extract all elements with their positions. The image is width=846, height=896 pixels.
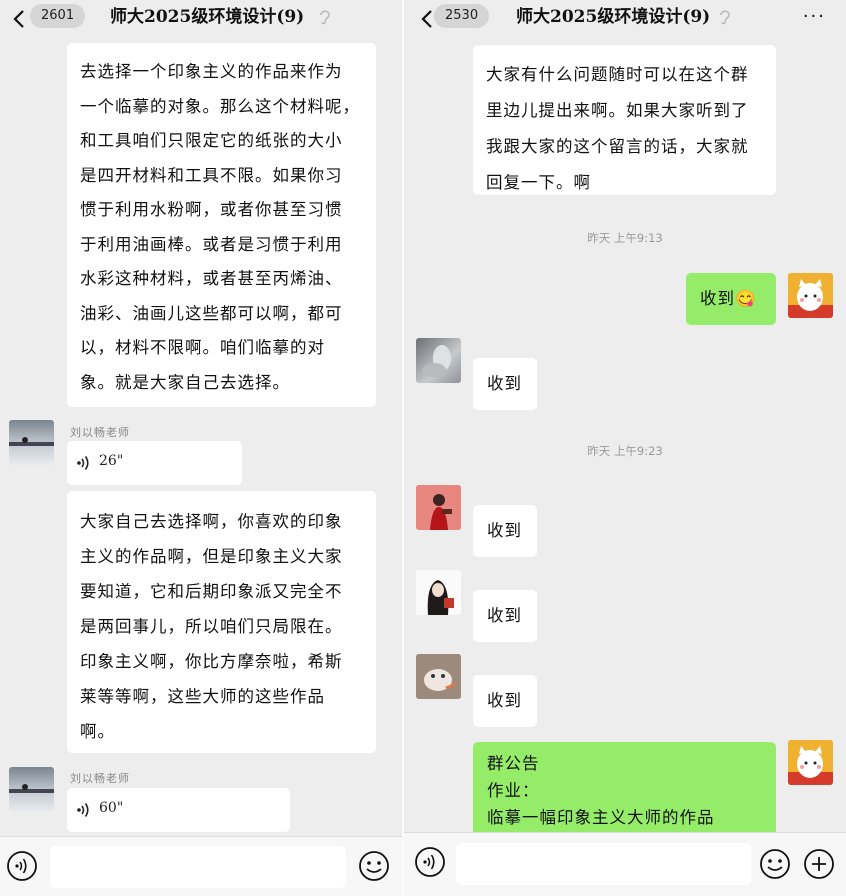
input-bar	[0, 836, 402, 896]
avatar[interactable]	[416, 570, 461, 615]
voice-icon	[77, 803, 89, 817]
chat-header: 2530 师大2025级环境设计(9) ···	[404, 0, 846, 40]
avatar[interactable]	[9, 420, 54, 465]
avatar-self[interactable]	[788, 740, 833, 785]
message-input[interactable]	[456, 843, 751, 885]
announcement-line: 作业：	[487, 781, 540, 800]
message-bubble[interactable]: 大家有什么问题随时可以在这个群 里边儿提出来啊。如果大家听到了 我跟大家的这个留…	[473, 45, 776, 195]
announcement-line: 临摹一幅印象主义大师的作品	[487, 808, 715, 827]
message-text: 大家自己去选择啊，你喜欢的印象 主义的作品啊，但是印象主义大家 要知道，它和后期…	[80, 512, 343, 741]
ear-icon	[720, 10, 730, 25]
message-bubble[interactable]: 去选择一个印象主义的作品来作为 一个临摹的对象。那么这个材料呢， 和工具咱们只限…	[67, 43, 376, 407]
ear-icon	[320, 10, 330, 25]
emoji-face-icon: 😋	[735, 289, 757, 308]
back-arrow-icon[interactable]	[10, 8, 30, 30]
voice-duration: 60"	[99, 800, 124, 816]
message-text: 收到	[487, 691, 522, 710]
group-announcement-bubble[interactable]: 群公告 作业： 临摹一幅印象主义大师的作品	[473, 742, 776, 842]
input-bar	[404, 832, 846, 896]
emoji-icon[interactable]	[358, 850, 390, 882]
avatar[interactable]	[416, 654, 461, 699]
message-text: 大家有什么问题随时可以在这个群 里边儿提出来啊。如果大家听到了 我跟大家的这个留…	[486, 65, 749, 192]
message-text: 收到	[487, 606, 522, 625]
voice-message[interactable]: 26"	[67, 441, 242, 485]
timestamp: 昨天 上午9:23	[587, 444, 663, 458]
unread-count-badge[interactable]: 2530	[434, 4, 490, 28]
message-text: 去选择一个印象主义的作品来作为 一个临摹的对象。那么这个材料呢， 和工具咱们只限…	[80, 62, 360, 392]
unread-count-badge[interactable]: 2601	[30, 4, 86, 28]
avatar[interactable]	[9, 767, 54, 812]
message-bubble-self[interactable]: 收到😋	[686, 273, 776, 325]
message-input[interactable]	[50, 846, 346, 888]
message-bubble[interactable]: 收到	[473, 505, 537, 557]
chat-pane-left: 2601 师大2025级环境设计(9) 去选择一个印象主义的作品来作为 一个临摹…	[0, 0, 402, 896]
message-bubble[interactable]: 收到	[473, 675, 537, 727]
announcement-title: 群公告	[487, 754, 540, 773]
avatar[interactable]	[416, 485, 461, 530]
message-bubble[interactable]: 收到	[473, 590, 537, 642]
chat-title: 师大2025级环境设计(9)	[110, 7, 305, 27]
sender-name: 刘以畅老师	[70, 426, 130, 439]
voice-icon	[77, 456, 89, 470]
voice-message[interactable]: 60"	[67, 788, 290, 832]
message-text: 收到	[487, 374, 522, 393]
timestamp: 昨天 上午9:13	[587, 231, 663, 245]
plus-icon[interactable]	[803, 848, 835, 880]
chat-title: 师大2025级环境设计(9)	[516, 7, 711, 27]
voice-input-icon[interactable]	[6, 850, 38, 882]
chat-pane-right: 2530 师大2025级环境设计(9) ··· 大家有什么问题随时可以在这个群 …	[404, 0, 846, 896]
voice-duration: 26"	[99, 453, 124, 469]
voice-input-icon[interactable]	[414, 846, 446, 878]
message-text: 收到	[700, 289, 735, 308]
avatar-self[interactable]	[788, 273, 833, 318]
emoji-icon[interactable]	[759, 848, 791, 880]
message-bubble[interactable]: 大家自己去选择啊，你喜欢的印象 主义的作品啊，但是印象主义大家 要知道，它和后期…	[67, 491, 376, 753]
more-options-icon[interactable]: ···	[803, 8, 826, 26]
chat-header: 2601 师大2025级环境设计(9)	[0, 0, 402, 40]
message-bubble[interactable]: 收到	[473, 358, 537, 410]
sender-name: 刘以畅老师	[70, 772, 130, 785]
avatar[interactable]	[416, 338, 461, 383]
message-text: 收到	[487, 521, 522, 540]
